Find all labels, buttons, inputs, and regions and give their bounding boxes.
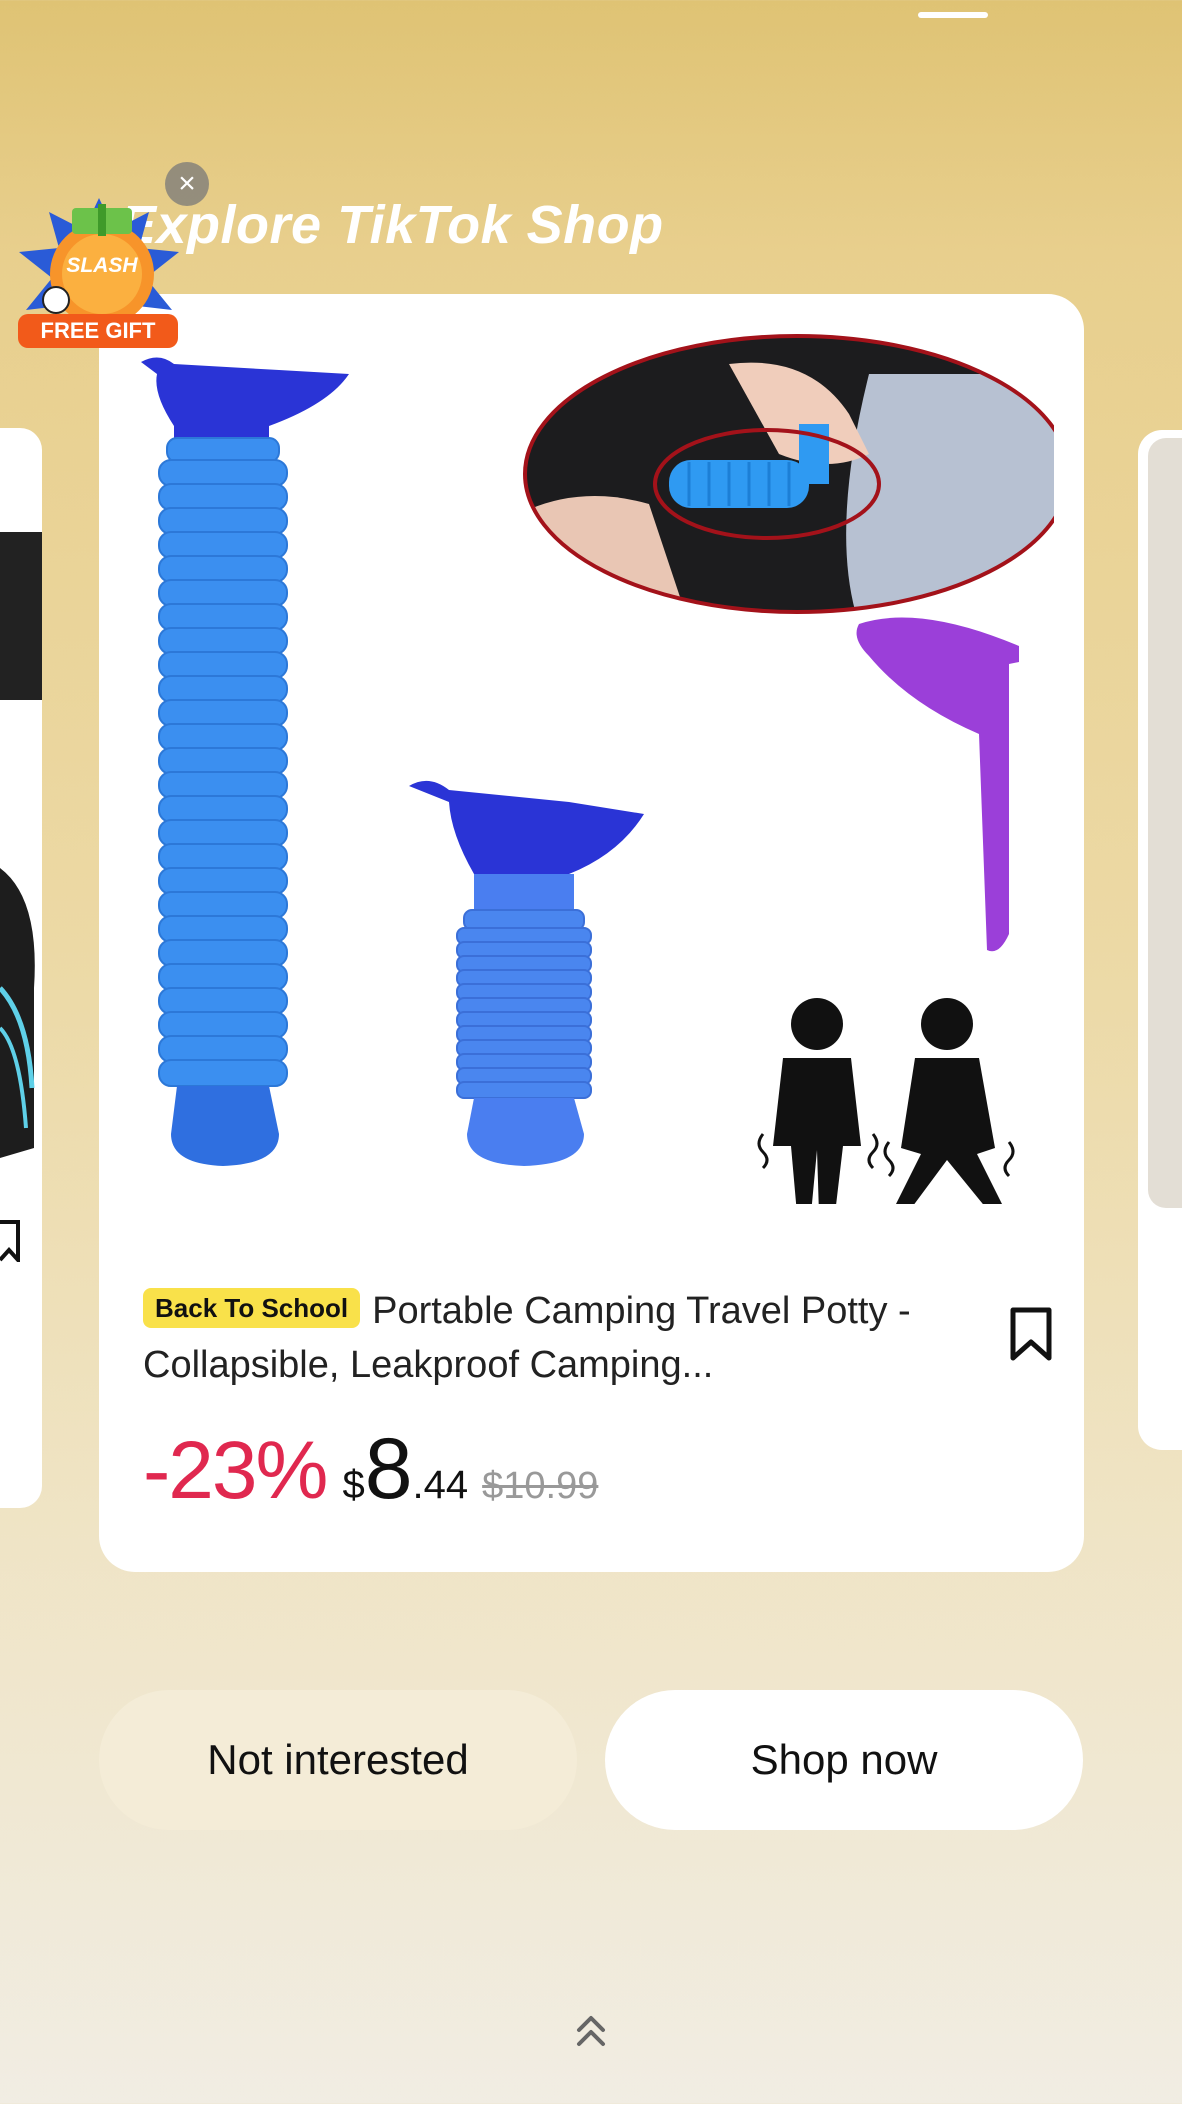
bookmark-icon[interactable]	[0, 1220, 20, 1262]
promo-top-text: SLASH	[66, 254, 138, 277]
promo-bottom-text: FREE GIFT	[41, 318, 156, 343]
price-row: -23% $ 8 .44 $10.99	[143, 1420, 598, 1530]
promo-badge[interactable]: SLASH FREE GIFT	[14, 190, 184, 360]
next-product-image	[1148, 438, 1182, 1208]
shop-now-button[interactable]: Shop now	[605, 1690, 1083, 1830]
original-price: $10.99	[482, 1465, 599, 1507]
promo-tag: Back To School	[143, 1288, 361, 1328]
tall-bottle	[141, 357, 349, 1166]
short-bottle	[409, 780, 644, 1166]
discount-label: -23%	[143, 1425, 328, 1516]
close-icon[interactable]: ×	[165, 162, 209, 206]
product-card[interactable]: Back To School Portable Camping Travel Po…	[99, 294, 1084, 1572]
previous-product-card[interactable]	[0, 428, 42, 1508]
currency-symbol: $	[342, 1463, 365, 1507]
product-image	[141, 334, 1054, 1204]
purple-funnel	[856, 617, 1019, 952]
figures-icon	[757, 998, 1015, 1204]
previous-product-image	[0, 532, 42, 1158]
price-decimal: .44	[412, 1463, 469, 1507]
page-title: Explore TikTok Shop	[120, 195, 664, 255]
not-interested-button[interactable]: Not interested	[99, 1690, 577, 1830]
product-title[interactable]: Back To School Portable Camping Travel Po…	[143, 1284, 973, 1392]
status-indicator	[918, 12, 988, 18]
bookmark-icon[interactable]	[1009, 1306, 1053, 1362]
next-product-card[interactable]	[1138, 430, 1182, 1450]
swipe-up-icon[interactable]	[574, 2010, 608, 2050]
price-integer: 8	[364, 1421, 413, 1517]
usage-photo	[523, 334, 1054, 614]
